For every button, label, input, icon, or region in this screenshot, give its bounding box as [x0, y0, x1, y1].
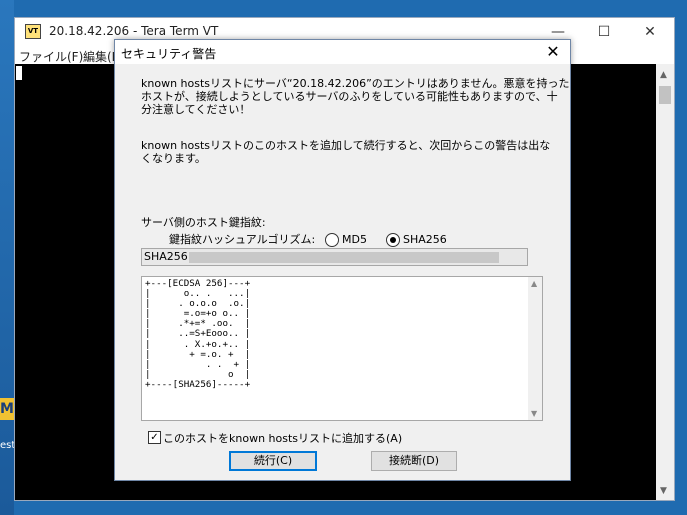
terminal-cursor: [16, 66, 22, 80]
randomart-scrollbar[interactable]: ▲ ▼: [528, 277, 542, 420]
fingerprint-value: SHA256:: [144, 250, 192, 263]
warning-text-3: 分注意してください！: [141, 103, 251, 116]
maximize-button[interactable]: ☐: [581, 18, 627, 46]
scroll-down-icon[interactable]: ▼: [660, 486, 667, 496]
randomart-text: +---[ECDSA 256]---+ | o.. . ...| | . o.o…: [145, 278, 251, 390]
dialog-title: セキュリティ警告: [121, 47, 217, 61]
add-known-hosts-checkbox[interactable]: ✓: [148, 431, 161, 444]
continue-button[interactable]: 続行(C): [229, 451, 317, 471]
scroll-up-icon[interactable]: ▲: [531, 279, 537, 288]
warning-text-1: known hostsリストにサーバ“20.18.42.206”のエントリはあり…: [141, 77, 570, 90]
warning-text-2: ホストが、接続しようとしているサーバのふりをしている可能性もありますので、十: [141, 90, 558, 103]
info-text-2: くなります。: [141, 152, 206, 165]
fingerprint-field[interactable]: SHA256:: [141, 248, 528, 266]
fingerprint-redacted: [189, 252, 499, 263]
close-button[interactable]: ✕: [627, 18, 673, 46]
scroll-up-icon[interactable]: ▲: [660, 70, 667, 80]
info-text-1: known hostsリストのこのホストを追加して続行すると、次回からこの警告は…: [141, 139, 551, 152]
desktop-app-icon[interactable]: M: [0, 398, 14, 420]
fingerprint-label: サーバ側のホスト鍵指紋:: [141, 216, 266, 229]
window-title: 20.18.42.206 - Tera Term VT: [49, 24, 219, 38]
radio-md5-label[interactable]: MD5: [342, 233, 367, 246]
desktop-strip: M est: [0, 0, 16, 515]
radio-sha256-label[interactable]: SHA256: [403, 233, 447, 246]
menu-file[interactable]: ファイル(F): [19, 48, 83, 65]
scroll-down-icon[interactable]: ▼: [531, 409, 537, 418]
randomart-box[interactable]: +---[ECDSA 256]---+ | o.. . ...| | . o.o…: [141, 276, 543, 421]
radio-sha256[interactable]: [386, 233, 400, 247]
disconnect-button[interactable]: 接続断(D): [371, 451, 457, 471]
teraterm-logo-icon: VT: [25, 24, 41, 39]
dialog-titlebar: セキュリティ警告 ✕: [115, 40, 570, 64]
security-warning-dialog: セキュリティ警告 ✕ known hostsリストにサーバ“20.18.42.2…: [114, 39, 571, 481]
desktop-icon-label: est: [0, 440, 16, 451]
add-known-hosts-label[interactable]: このホストをknown hostsリストに追加する(A): [163, 430, 402, 446]
hash-algo-label: 鍵指紋ハッシュアルゴリズム:: [169, 233, 316, 246]
radio-md5[interactable]: [325, 233, 339, 247]
scroll-thumb[interactable]: [659, 86, 671, 104]
dialog-close-button[interactable]: ✕: [542, 41, 564, 63]
terminal-scrollbar[interactable]: ▲ ▼: [656, 64, 674, 500]
